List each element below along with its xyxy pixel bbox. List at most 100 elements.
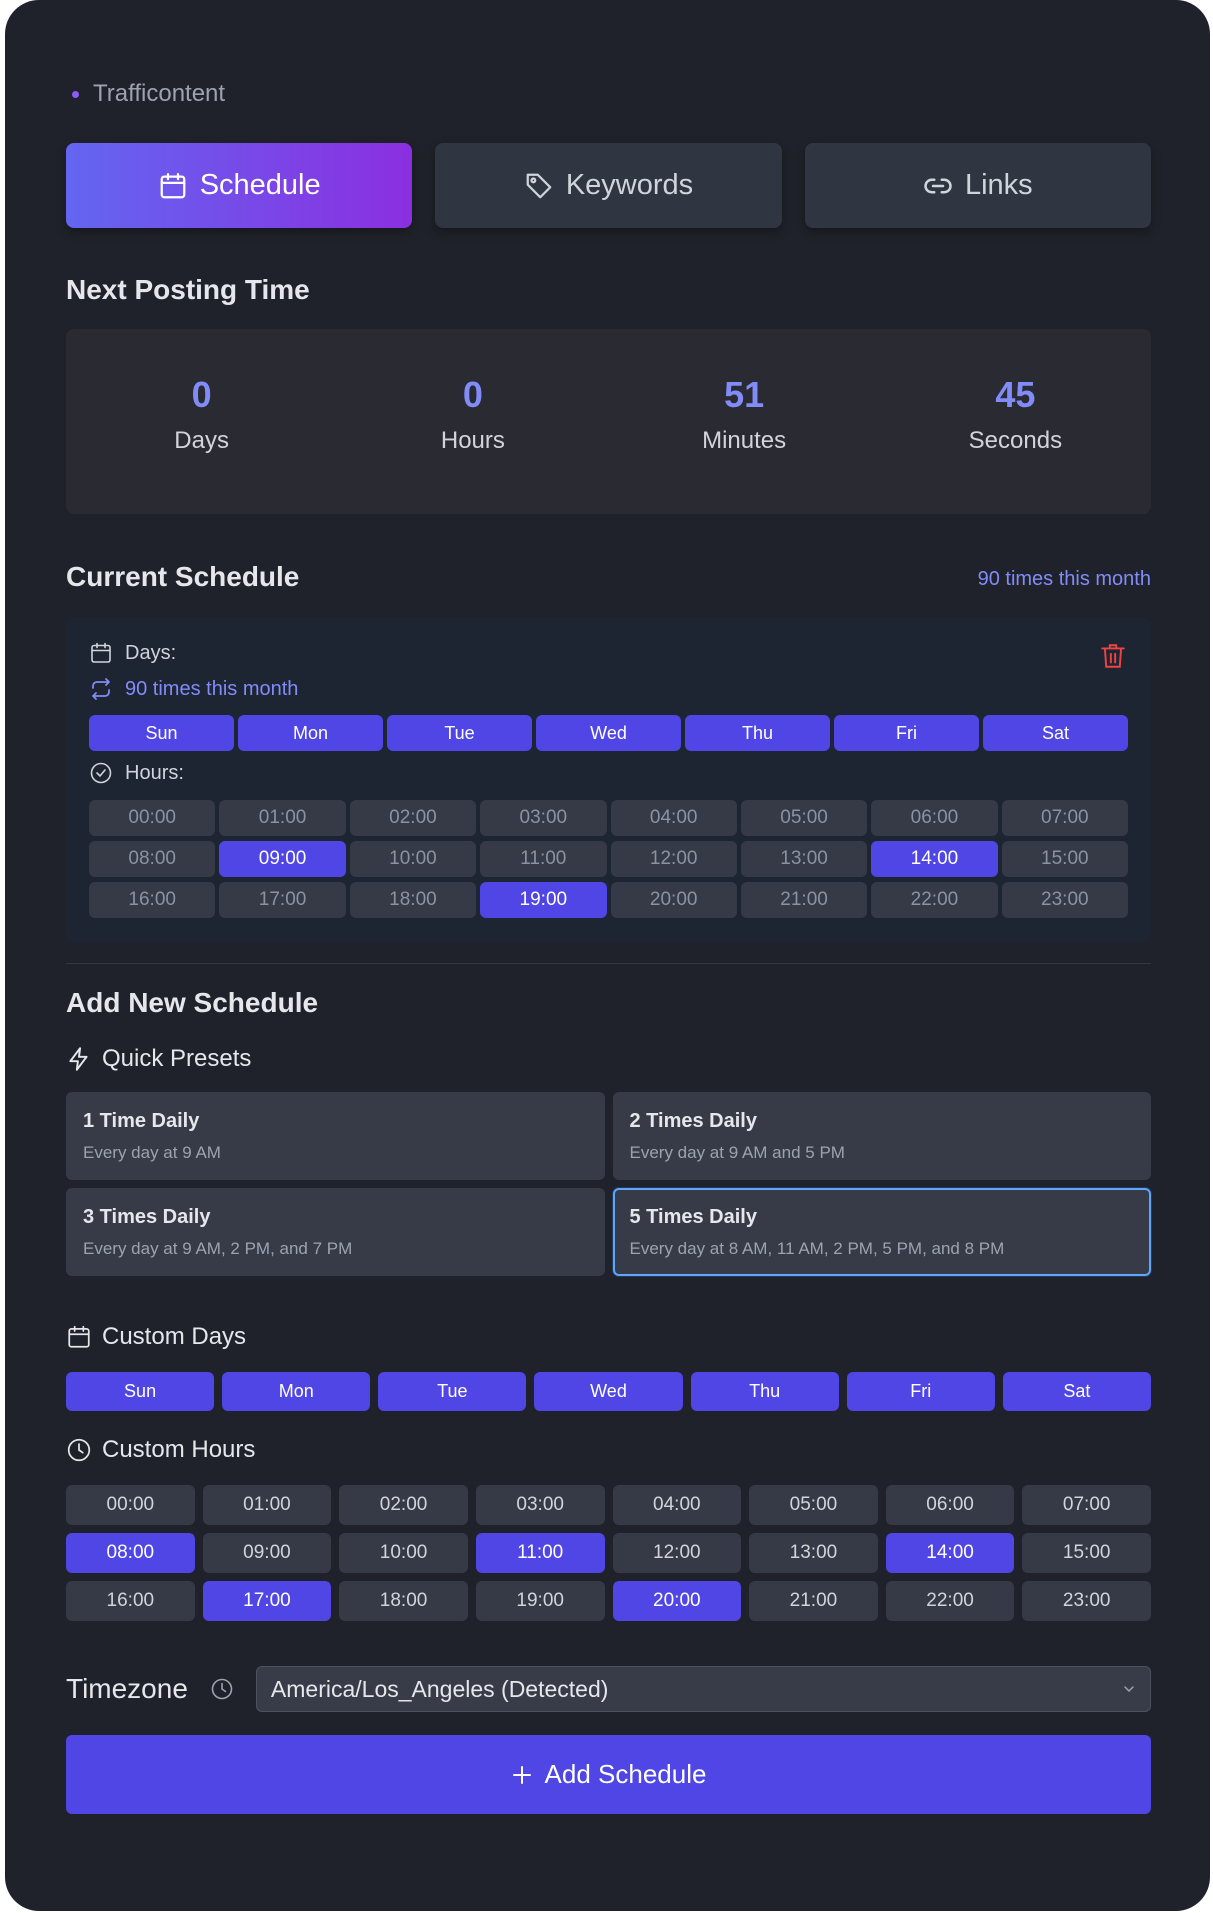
hour-cell: 18:00 — [349, 882, 477, 918]
custom-hours-grid: 00:00 01:00 02:00 03:00 04:00 05:00 06:00 07:00… — [66, 1485, 1151, 1621]
trash-icon[interactable] — [1100, 642, 1126, 670]
hour-cell: 19:00 — [480, 882, 607, 918]
quick-presets-title: Quick Presets — [66, 1045, 251, 1073]
custom-hour-button[interactable]: 14:00 — [885, 1533, 1015, 1573]
custom-hour-button[interactable]: 12:00 — [612, 1533, 742, 1573]
custom-hour-button[interactable]: 02:00 — [339, 1485, 468, 1525]
countdown-hours: 0 Hours — [337, 329, 608, 514]
custom-hour-button[interactable]: 18:00 — [339, 1581, 468, 1621]
custom-hour-button[interactable]: 06:00 — [885, 1485, 1015, 1525]
custom-hour-button[interactable]: 15:00 — [1022, 1533, 1151, 1573]
custom-hour-button[interactable]: 11:00 — [475, 1533, 605, 1573]
day-pill-sun: Sun — [89, 715, 234, 751]
timezone-select[interactable]: America/Los_Angeles (Detected) — [255, 1666, 1151, 1712]
day-pill-wed: Wed — [536, 715, 681, 751]
tag-icon — [526, 173, 552, 198]
custom-day-mon[interactable]: Mon — [222, 1372, 371, 1411]
link-icon — [924, 178, 952, 193]
brand-dot — [72, 90, 79, 98]
custom-hour-button[interactable]: 22:00 — [885, 1581, 1015, 1621]
presets-grid: 1 Time Daily Every day at 9 AM 2 Times Dai… — [66, 1092, 1151, 1276]
preset-title: 3 Times Daily — [83, 1206, 211, 1228]
hour-cell: 07:00 — [1001, 800, 1128, 836]
custom-hour-button[interactable]: 07:00 — [1022, 1485, 1151, 1525]
custom-day-tue[interactable]: Tue — [378, 1372, 527, 1411]
quick-presets-label: Quick Presets — [102, 1045, 252, 1072]
custom-day-wed[interactable]: Wed — [534, 1372, 683, 1411]
preset-card[interactable]: 3 Times Daily Every day at 9 AM, 2 PM, an… — [66, 1188, 605, 1276]
custom-hour-button[interactable]: 17:00 — [202, 1581, 332, 1621]
preset-card[interactable]: 1 Time Daily Every day at 9 AM — [66, 1092, 605, 1180]
countdown-value: 51 — [724, 374, 765, 415]
hour-cell: 16:00 — [89, 882, 216, 918]
clock-icon — [67, 1438, 91, 1462]
hour-cell: 06:00 — [871, 800, 998, 836]
custom-day-fri[interactable]: Fri — [846, 1372, 995, 1411]
add-schedule-button[interactable]: Add Schedule — [66, 1735, 1151, 1814]
hour-cell: 08:00 — [89, 841, 216, 877]
hour-cell: 17:00 — [219, 882, 346, 918]
hour-cell: 11:00 — [480, 841, 607, 877]
custom-hour-button[interactable]: 20:00 — [612, 1581, 742, 1621]
preset-description: Every day at 8 AM, 11 AM, 2 PM, 5 PM, an… — [629, 1239, 1005, 1258]
custom-hour-button[interactable]: 16:00 — [66, 1581, 195, 1621]
hour-cell: 22:00 — [871, 882, 998, 918]
day-pill-thu: Thu — [685, 715, 830, 751]
hours-label-row: Hours: — [89, 761, 184, 785]
current-schedule-panel: Days: 90 times this month Sun Mon Tue Wed Th… — [66, 617, 1151, 942]
custom-day-thu[interactable]: Thu — [690, 1372, 839, 1411]
add-schedule-title: Add New Schedule — [66, 987, 319, 1018]
countdown-label: Days — [174, 427, 229, 454]
preset-card[interactable]: 2 Times Daily Every day at 9 AM and 5 PM — [612, 1092, 1151, 1180]
current-schedule-summary: 90 times this month — [977, 568, 1151, 590]
custom-hour-button[interactable]: 00:00 — [66, 1485, 195, 1525]
tab-keywords-label: Keywords — [565, 169, 694, 201]
custom-hour-button[interactable]: 13:00 — [749, 1533, 878, 1573]
custom-hour-button[interactable]: 10:00 — [339, 1533, 468, 1573]
custom-hour-button[interactable]: 01:00 — [202, 1485, 332, 1525]
hour-cell: 21:00 — [740, 882, 868, 918]
preset-title: 2 Times Daily — [629, 1110, 757, 1132]
hour-cell: 14:00 — [871, 841, 998, 877]
custom-hour-button[interactable]: 03:00 — [475, 1485, 605, 1525]
custom-hour-button[interactable]: 08:00 — [66, 1533, 195, 1573]
hour-cell: 04:00 — [610, 800, 737, 836]
preset-card[interactable]: 5 Times Daily Every day at 8 AM, 11 AM, 2… — [612, 1188, 1151, 1276]
current-schedule-title: Current Schedule — [66, 561, 300, 592]
custom-hour-button[interactable]: 09:00 — [202, 1533, 332, 1573]
custom-days-title: Custom Days — [66, 1323, 246, 1351]
chevron-down-icon — [1124, 1686, 1134, 1693]
current-days-row: Sun Mon Tue Wed Thu Fri Sat — [89, 715, 1128, 751]
timezone-value: America/Los_Angeles (Detected) — [270, 1675, 609, 1702]
main-card: Trafficontent Schedule Keywords Links Ne… — [5, 0, 1210, 1911]
custom-days-row: Sun Mon Tue Wed Thu Fri Sat — [66, 1372, 1151, 1411]
tab-schedule[interactable]: Schedule — [66, 143, 413, 228]
brand: Trafficontent — [72, 80, 225, 108]
clock-icon — [211, 1678, 233, 1700]
day-pill-sat: Sat — [983, 715, 1128, 751]
hour-cell: 02:00 — [349, 800, 477, 836]
timezone-label: Timezone — [66, 1673, 188, 1704]
lightning-icon — [69, 1047, 88, 1071]
custom-hour-button[interactable]: 23:00 — [1022, 1581, 1151, 1621]
custom-hour-button[interactable]: 05:00 — [749, 1485, 878, 1525]
hour-cell: 20:00 — [610, 882, 737, 918]
tab-keywords[interactable]: Keywords — [435, 143, 782, 228]
custom-days-label: Custom Days — [102, 1323, 247, 1350]
countdown-minutes: 51 Minutes — [609, 329, 880, 514]
custom-hours-title: Custom Hours — [66, 1436, 255, 1464]
custom-day-sat[interactable]: Sat — [1002, 1372, 1151, 1411]
hour-cell: 09:00 — [219, 841, 346, 877]
countdown-days: 0 Days — [66, 329, 337, 514]
custom-day-sun[interactable]: Sun — [66, 1372, 215, 1411]
custom-hours-label: Custom Hours — [102, 1436, 256, 1463]
custom-hour-button[interactable]: 19:00 — [475, 1581, 605, 1621]
day-pill-fri: Fri — [834, 715, 979, 751]
hour-cell: 13:00 — [740, 841, 868, 877]
custom-hour-button[interactable]: 04:00 — [612, 1485, 742, 1525]
brand-name: Trafficontent — [93, 80, 226, 107]
custom-hour-button[interactable]: 21:00 — [749, 1581, 878, 1621]
countdown-label: Minutes — [702, 427, 787, 454]
tab-links[interactable]: Links — [804, 143, 1151, 228]
hour-cell: 15:00 — [1001, 841, 1128, 877]
